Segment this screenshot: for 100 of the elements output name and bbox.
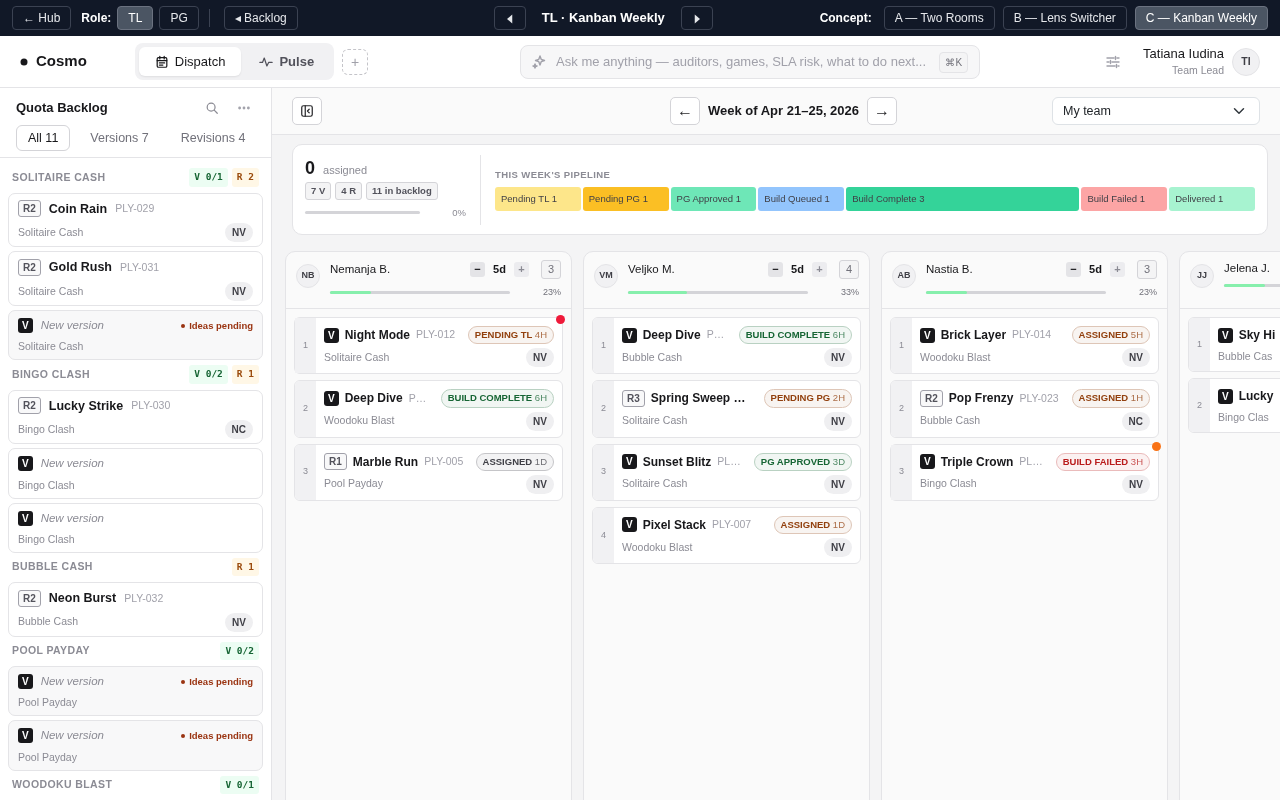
- task-card[interactable]: 4 V Pixel Stack PLY-007 ASSIGNED 1D Woodoku Blast NV: [592, 506, 861, 564]
- type-badge: V: [324, 327, 339, 343]
- type-badge: R2: [18, 589, 41, 607]
- task-card[interactable]: 1 V Sky Hi Bubble Cas: [1188, 317, 1280, 372]
- row-number: 1: [1189, 318, 1210, 371]
- task-id: PL…: [717, 453, 741, 469]
- row-number: 2: [295, 381, 316, 437]
- role-toggle[interactable]: TL: [117, 6, 154, 30]
- status-pill: ASSIGNED 1D: [773, 515, 852, 534]
- count-badge: V 0/1: [220, 775, 259, 794]
- filter-tab[interactable]: Revisions 4: [168, 124, 258, 152]
- item-title: Lucky Strike: [48, 397, 124, 415]
- game-name: Solitaire Cash: [18, 224, 84, 240]
- group-heading: POOL PAYDAY: [12, 643, 90, 658]
- status-pill: PG APPROVED 3D: [753, 452, 852, 471]
- backlog-card[interactable]: V New version Ideas pending Pool Payday: [8, 720, 263, 771]
- assigned-label: assigned: [323, 162, 368, 178]
- sidebar-title: Quota Backlog: [16, 99, 108, 117]
- task-title: Sky Hi: [1238, 327, 1276, 344]
- capacity-days: 5d: [493, 261, 506, 278]
- row-number: 3: [593, 444, 614, 500]
- task-card[interactable]: 3 R1 Marble Run PLY-005 ASSIGNED 1D Pool Payday NV: [294, 443, 563, 501]
- count-badge: R 1: [231, 365, 259, 384]
- count-chip: 7 V: [305, 181, 332, 200]
- task-card[interactable]: 1 V Brick Layer PLY-014 ASSIGNED 5H Woodoku Blast NV: [890, 317, 1159, 375]
- backlog-card[interactable]: R2 Lucky Strike PLY-030 Bingo Clash NC: [8, 389, 263, 445]
- tag-pill: NV: [824, 348, 852, 368]
- member-name: Veljko M.: [628, 261, 675, 277]
- task-card[interactable]: 2 R2 Pop Frenzy PLY-023 ASSIGNED 1H Bubble Cash NC: [890, 380, 1159, 438]
- task-id: P…: [408, 390, 427, 406]
- decrease-button[interactable]: −: [768, 261, 784, 277]
- sliders-icon[interactable]: [1105, 53, 1122, 70]
- game-name: Woodoku Blast: [324, 413, 395, 429]
- item-title: New version: [40, 510, 104, 526]
- capacity-percent: 23%: [543, 285, 561, 299]
- backlog-button[interactable]: ◂ Backlog: [223, 6, 298, 30]
- team-select[interactable]: My team: [1052, 97, 1260, 125]
- pipeline-segment: Build Failed 1: [1081, 186, 1168, 211]
- tag-pill: NV: [1122, 474, 1150, 494]
- game-name: Pool Payday: [324, 476, 383, 492]
- member-name: Nemanja B.: [330, 261, 391, 277]
- row-number: 2: [593, 381, 614, 437]
- type-badge: V: [622, 454, 637, 470]
- task-card[interactable]: 2 V Deep Dive P… BUILD COMPLETE 6H Woodoku Blast NV: [294, 380, 563, 438]
- backlog-card[interactable]: V New version Ideas pending Solitaire Cash: [8, 310, 263, 361]
- item-title: Coin Rain: [48, 200, 108, 218]
- task-card[interactable]: 3 V Triple Crown PL… BUILD FAILED 3H Bingo Clash NV: [890, 443, 1159, 501]
- status-pill: ASSIGNED 1H: [1071, 389, 1150, 408]
- backlog-card[interactable]: R2 Coin Rain PLY-029 Solitaire Cash NV: [8, 192, 263, 248]
- role-label: Role:: [81, 10, 112, 27]
- filter-tab[interactable]: All 11: [16, 124, 71, 152]
- status-pill: ASSIGNED 5H: [1071, 326, 1150, 345]
- task-card[interactable]: 2 V Lucky Bingo Clas: [1188, 378, 1280, 433]
- concept-tab[interactable]: B — Lens Switcher: [1002, 6, 1127, 30]
- pipeline-title: THIS WEEK'S PIPELINE: [495, 168, 612, 183]
- sidebar-toggle-button[interactable]: [292, 97, 322, 125]
- concept-tab[interactable]: C — Kanban Weekly: [1134, 6, 1268, 30]
- backlog-card[interactable]: R2 Gold Rush PLY-031 Solitaire Cash NV: [8, 251, 263, 306]
- task-card[interactable]: 1 V Deep Dive P… BUILD COMPLETE 6H Bubble Cash NV: [592, 317, 861, 375]
- member-avatar: JJ: [1190, 264, 1214, 288]
- backlog-card[interactable]: R2 Neon Burst PLY-032 Bubble Cash NV: [8, 582, 263, 637]
- task-card[interactable]: 3 V Sunset Blitz PL… PG APPROVED 3D Solitaire Cash NV: [592, 443, 861, 501]
- concept-tab[interactable]: A — Two Rooms: [883, 6, 995, 30]
- role-toggle[interactable]: PG: [159, 6, 199, 30]
- search-icon[interactable]: [205, 100, 219, 115]
- task-card[interactable]: 2 R3 Spring Sweep … PENDING PG 2H Solitaire Cash NV: [592, 380, 861, 438]
- game-name: Bingo Clas: [1218, 409, 1269, 425]
- task-card[interactable]: 1 V Night Mode PLY-012 PENDING TL 4H Solitaire Cash NV: [294, 317, 563, 375]
- tag-pill: NV: [526, 348, 554, 368]
- member-name: Nastia B.: [926, 261, 973, 277]
- capacity-percent: 23%: [1139, 285, 1157, 299]
- backlog-card[interactable]: V New version Ideas pending Pool Payday: [8, 666, 263, 717]
- status-pill: BUILD COMPLETE 6H: [738, 326, 852, 345]
- view-tab[interactable]: Dispatch: [138, 46, 242, 77]
- tag-pill: NV: [225, 223, 253, 243]
- game-name: Woodoku Blast: [920, 349, 991, 365]
- card-count: 4: [838, 260, 859, 279]
- filter-tab[interactable]: Versions 7: [78, 124, 161, 152]
- dot-icon: [20, 57, 28, 66]
- task-id: PLY-007: [712, 517, 752, 532]
- task-title: Spring Sweep …: [650, 390, 746, 408]
- hub-button[interactable]: ← Hub: [12, 6, 72, 30]
- decrease-button[interactable]: −: [470, 261, 486, 277]
- backlog-card[interactable]: V New version Bingo Clash: [8, 502, 263, 553]
- status-pill: PENDING TL 4H: [467, 326, 554, 345]
- group-heading: WOODOKU BLAST: [12, 776, 113, 792]
- type-badge: R2: [18, 259, 41, 277]
- view-tab[interactable]: Pulse: [243, 46, 331, 77]
- previous-button[interactable]: [493, 6, 526, 30]
- backlog-card[interactable]: V New version Bingo Clash: [8, 448, 263, 499]
- decrease-button[interactable]: −: [1066, 261, 1082, 277]
- next-button[interactable]: [680, 6, 713, 30]
- previous-week-button[interactable]: ←: [670, 97, 700, 125]
- tag-pill: NV: [824, 474, 852, 494]
- next-week-button[interactable]: →: [867, 97, 898, 125]
- type-badge: V: [324, 390, 339, 406]
- member-avatar: VM: [594, 264, 618, 288]
- game-name: Bingo Clash: [18, 421, 75, 437]
- type-badge: V: [920, 327, 935, 343]
- row-number: 3: [891, 444, 912, 500]
